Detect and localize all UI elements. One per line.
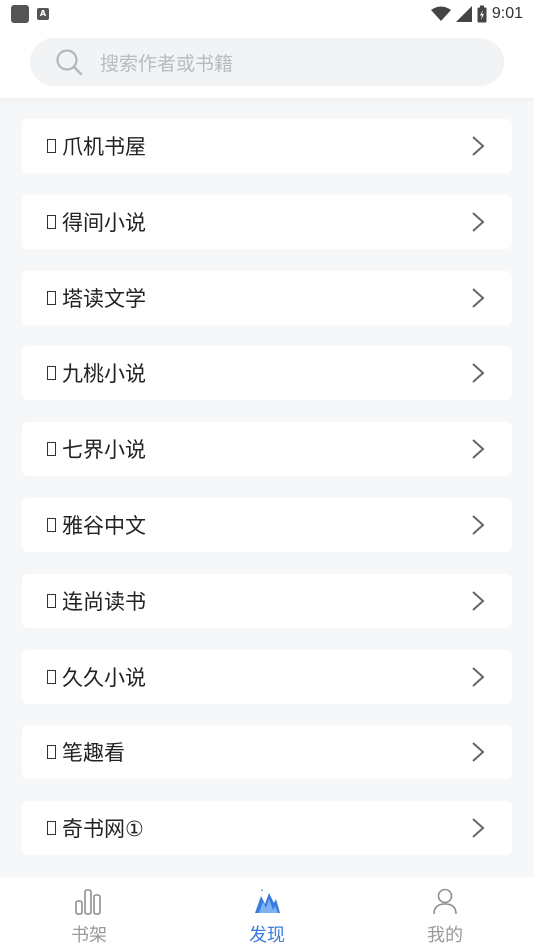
list-item[interactable]: 雅谷中文: [22, 497, 512, 552]
list-item-label: 七界小说: [62, 438, 146, 463]
list-item[interactable]: 久久小说: [22, 649, 512, 704]
tab-label: 书架: [71, 925, 107, 946]
missing-glyph-icon: [47, 139, 56, 153]
battery-icon: [477, 5, 487, 23]
list-item-left: 笔趣看: [47, 737, 125, 767]
chevron-right-icon: [470, 817, 486, 839]
missing-glyph-icon: [47, 593, 56, 608]
chevron-right-icon: [470, 590, 486, 612]
missing-glyph-icon: [47, 366, 56, 381]
list-item-label: 塔读文学: [62, 286, 146, 311]
list-item-label: 雅谷中文: [62, 513, 146, 538]
signal-icon: [455, 6, 472, 22]
chevron-right-icon: [470, 741, 486, 763]
tab-label: 我的: [427, 925, 463, 946]
list-item-label: 奇书网①: [62, 817, 144, 842]
discover-icon: [252, 886, 282, 916]
list-item-left: 塔读文学: [47, 283, 146, 313]
list-item[interactable]: 爪机书屋: [22, 119, 512, 173]
list-item-label: 九桃小说: [62, 362, 146, 387]
list-item-label: 连尚读书: [62, 589, 146, 614]
wifi-icon: [430, 6, 451, 21]
list-item-left: 得间小说: [47, 207, 146, 237]
list-item[interactable]: 九桃小说: [22, 346, 512, 401]
search-header: 搜索作者或书籍: [0, 28, 534, 98]
status-left-icons: A: [11, 5, 49, 23]
missing-glyph-icon: [47, 821, 56, 836]
list-item-left: 九桃小说: [47, 358, 146, 388]
chevron-right-icon: [470, 666, 486, 688]
search-icon: [54, 47, 84, 77]
missing-glyph-icon: [47, 517, 56, 532]
missing-glyph-icon: [47, 290, 56, 305]
search-input[interactable]: 搜索作者或书籍: [30, 38, 504, 86]
list-item-label: 得间小说: [62, 210, 146, 235]
chevron-right-icon: [470, 287, 486, 309]
list-item[interactable]: 得间小说: [22, 194, 512, 249]
list-item-label: 笔趣看: [62, 741, 125, 766]
list-item-label: 爪机书屋: [62, 135, 146, 159]
list-item-label: 久久小说: [62, 665, 146, 690]
missing-glyph-icon: [47, 745, 56, 760]
search-placeholder: 搜索作者或书籍: [100, 52, 234, 75]
list-item-left: 七界小说: [47, 434, 146, 464]
list-item-left: 爪机书屋: [47, 131, 146, 161]
source-list: 爪机书屋 得间小说 塔读文学 九桃小说 七界小说 雅谷中文 连尚读书 久久小说 …: [22, 119, 512, 877]
list-item-left: 雅谷中文: [47, 510, 146, 540]
notification-square-icon: [11, 5, 29, 23]
profile-icon: [430, 886, 460, 916]
list-item-left: 奇书网①: [47, 813, 144, 843]
list-item[interactable]: 七界小说: [22, 422, 512, 477]
missing-glyph-icon: [47, 214, 56, 229]
list-item[interactable]: 塔读文学: [22, 270, 512, 325]
status-right-icons: 9:01: [430, 5, 523, 23]
chevron-right-icon: [470, 211, 486, 233]
bottom-tab-bar: 书架 发现 我的: [0, 877, 534, 950]
missing-glyph-icon: [47, 442, 56, 457]
tab-profile[interactable]: 我的: [356, 877, 534, 950]
missing-glyph-icon: [47, 669, 56, 684]
chevron-right-icon: [470, 135, 486, 157]
list-item-left: 连尚读书: [47, 586, 146, 616]
list-item[interactable]: 笔趣看: [22, 725, 512, 780]
list-item-left: 久久小说: [47, 662, 146, 692]
list-item[interactable]: 奇书网①: [22, 801, 512, 856]
tab-bookshelf[interactable]: 书架: [0, 877, 178, 950]
chevron-right-icon: [470, 438, 486, 460]
bookshelf-icon: [74, 886, 104, 916]
chevron-right-icon: [470, 362, 486, 384]
a-badge-icon: A: [37, 8, 49, 20]
status-bar: A 9:01: [0, 0, 534, 28]
list-item[interactable]: 连尚读书: [22, 573, 512, 628]
tab-label: 发现: [249, 925, 285, 946]
clock: 9:01: [491, 5, 523, 22]
tab-discover[interactable]: 发现: [178, 877, 356, 950]
chevron-right-icon: [470, 514, 486, 536]
